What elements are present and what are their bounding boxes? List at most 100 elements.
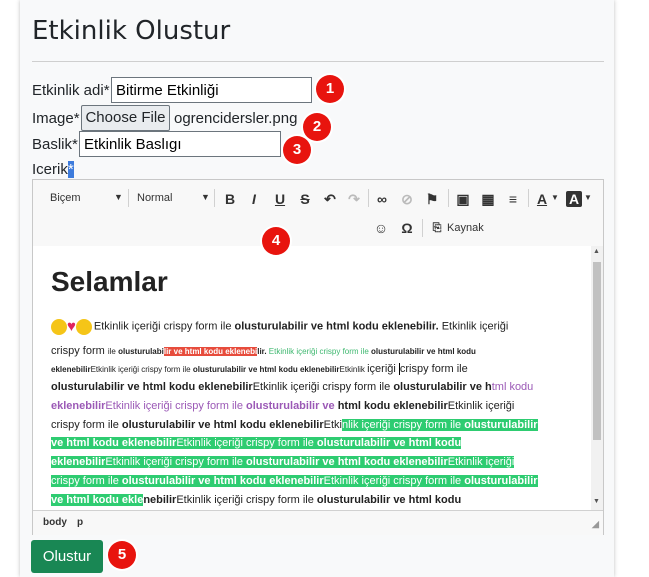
bold-icon[interactable]: B bbox=[222, 191, 238, 207]
unlink-icon[interactable]: ⊘ bbox=[399, 191, 415, 207]
text: olusturulabilir ve html kodu bbox=[316, 437, 462, 449]
toolbar-separator bbox=[368, 189, 369, 207]
text: olusturulabilir ve html kodu eklenebilir bbox=[121, 419, 324, 431]
required-marker: * bbox=[67, 161, 74, 178]
text: Etkinlik içeriği bbox=[447, 456, 515, 468]
rich-text-editor[interactable]: Biçem ▼ Normal ▼ B I U S ↶ ↷ ∞ ⊘ ⚑ ▣ ▦ ≡… bbox=[32, 179, 604, 535]
text: olusturulabilir ve html kodu eklenebilir bbox=[51, 381, 253, 393]
text: Etkinlik içeriği bbox=[447, 400, 515, 412]
text: nebilir bbox=[143, 494, 177, 506]
badge-2: 2 bbox=[303, 113, 331, 141]
toolbar-separator bbox=[528, 189, 529, 207]
resize-handle-icon[interactable]: ◢ bbox=[592, 519, 599, 530]
underline-icon[interactable]: U bbox=[272, 191, 288, 207]
content-label-text: Icerik bbox=[32, 161, 68, 178]
size-dropdown-arrow-icon[interactable]: ▼ bbox=[201, 192, 210, 202]
text: olusturulabilir ve html kodu eklenebilir bbox=[121, 475, 324, 487]
text: crispy form ile bbox=[51, 419, 122, 431]
content-line: eklenebilirEtkinlik içeriği crispy form … bbox=[51, 400, 514, 412]
title-input[interactable]: Etkinlik Baslıgı bbox=[79, 131, 281, 157]
name-label: Etkinlik adi* bbox=[32, 82, 110, 99]
text: Etkinlik içeriği crispy form ile bbox=[93, 320, 235, 333]
text: eklenebilir bbox=[51, 456, 106, 468]
toolbar-separator bbox=[448, 189, 449, 207]
source-button[interactable]: Kaynak bbox=[447, 222, 484, 234]
text: olusturulabilir bbox=[464, 419, 538, 431]
text: crispy form ile bbox=[398, 363, 468, 375]
text: içeriği bbox=[367, 363, 399, 375]
content-line: ve html kodu eklenebilirEtkinlik içeriği… bbox=[51, 437, 462, 449]
content-line: ♥ Etkinlik içeriği crispy form ile olustu… bbox=[51, 318, 508, 335]
special-char-icon[interactable]: Ω bbox=[399, 220, 415, 236]
submit-button[interactable]: Olustur bbox=[31, 540, 103, 573]
text: lir ve html kodu eklenebi bbox=[163, 347, 258, 356]
flag-icon[interactable]: ⚑ bbox=[424, 191, 440, 207]
scroll-down-icon[interactable]: ▼ bbox=[593, 498, 600, 505]
choose-file-button[interactable]: Choose File bbox=[81, 105, 170, 131]
source-icon[interactable]: ⎘ bbox=[429, 220, 445, 236]
editor-toolbar: Biçem ▼ Normal ▼ B I U S ↶ ↷ ∞ ⊘ ⚑ ▣ ▦ ≡… bbox=[33, 180, 603, 247]
title-divider bbox=[32, 61, 604, 62]
text: olusturulabilir ve bbox=[246, 400, 338, 412]
text: Etkinlik içeriği crispy form ile bbox=[90, 365, 193, 374]
background-color-arrow-icon[interactable]: ▼ bbox=[584, 193, 592, 202]
toolbar-separator bbox=[214, 189, 215, 207]
image-label: Image* bbox=[32, 110, 80, 127]
horizontal-line-icon[interactable]: ≡ bbox=[505, 191, 521, 207]
content-line: eklenebilirEtkinlik içeriği crispy form … bbox=[51, 363, 468, 375]
path-body[interactable]: body bbox=[43, 517, 67, 528]
event-name-input[interactable]: Bitirme Etkinliği bbox=[111, 77, 312, 103]
redo-icon[interactable]: ↷ bbox=[346, 191, 362, 207]
file-name: ogrencidersler.png bbox=[174, 110, 298, 127]
scrollbar-thumb[interactable] bbox=[593, 262, 601, 440]
text: ve html kodu eklenebilir bbox=[51, 437, 177, 449]
text-color-icon[interactable]: A bbox=[534, 191, 550, 207]
text: olusturulabilir ve html kodu bbox=[316, 494, 462, 506]
format-dropdown[interactable]: Biçem bbox=[50, 192, 81, 204]
toolbar-separator bbox=[128, 189, 129, 207]
editor-scrollbar[interactable]: ▲ ▼ bbox=[591, 246, 603, 510]
content-line: eklenebilirEtkinlik içeriği crispy form … bbox=[51, 456, 515, 468]
toolbar-separator bbox=[422, 219, 423, 237]
editor-content[interactable]: Selamlar ♥ Etkinlik içeriği crispy form i… bbox=[33, 246, 591, 510]
text: Etkinlik içeriği crispy form ile bbox=[105, 400, 247, 412]
text: Etki bbox=[323, 419, 342, 431]
text: crispy form ile bbox=[51, 475, 122, 487]
size-dropdown[interactable]: Normal bbox=[137, 192, 172, 204]
text: Etkinlik içeriği crispy form ile bbox=[176, 437, 317, 449]
path-p[interactable]: p bbox=[77, 517, 83, 528]
content-line: olusturulabilir ve html kodu eklenebilir… bbox=[51, 381, 533, 393]
strikethrough-icon[interactable]: S bbox=[297, 191, 313, 207]
text-color-arrow-icon[interactable]: ▼ bbox=[551, 193, 559, 202]
text: olusturulabi bbox=[118, 347, 164, 356]
text: html kodu eklenebilir bbox=[337, 400, 448, 412]
text: olusturulabilir ve h bbox=[393, 381, 492, 393]
text: Etkinlik içeriği crispy form ile bbox=[252, 381, 394, 393]
table-icon[interactable]: ▦ bbox=[480, 191, 496, 207]
text: crispy form bbox=[51, 345, 108, 357]
scroll-up-icon[interactable]: ▲ bbox=[593, 248, 600, 255]
badge-4: 4 bbox=[262, 227, 290, 255]
element-path-bar: body p ◢ bbox=[33, 510, 603, 535]
title-label: Baslik* bbox=[32, 136, 78, 153]
text: ile bbox=[107, 347, 119, 356]
content-heading: Selamlar bbox=[51, 266, 168, 297]
text: Etkinlik içeriği crispy form ile bbox=[323, 475, 465, 487]
format-dropdown-arrow-icon[interactable]: ▼ bbox=[114, 192, 123, 202]
text: nlik içeriği crispy form ile bbox=[341, 419, 465, 431]
text: eklenebilir bbox=[51, 365, 91, 374]
badge-5: 5 bbox=[108, 541, 136, 569]
content-line: crispy form ile olusturulabilir ve html … bbox=[51, 345, 476, 357]
emoji-icon[interactable]: ☺ bbox=[373, 220, 389, 236]
italic-icon[interactable]: I bbox=[246, 191, 262, 207]
undo-icon[interactable]: ↶ bbox=[322, 191, 338, 207]
background-color-icon[interactable]: A bbox=[566, 191, 582, 207]
page-title: Etkinlik Olustur bbox=[32, 16, 231, 46]
text: olusturulabilir bbox=[464, 475, 538, 487]
heart-icon: ♥ bbox=[67, 318, 76, 335]
link-icon[interactable]: ∞ bbox=[374, 191, 390, 207]
image-icon[interactable]: ▣ bbox=[455, 191, 471, 207]
text: olusturulabilir ve html kodu bbox=[371, 347, 476, 356]
text: olusturulabilir ve html kodu eklenebilir… bbox=[234, 320, 439, 333]
badge-1: 1 bbox=[316, 75, 344, 103]
